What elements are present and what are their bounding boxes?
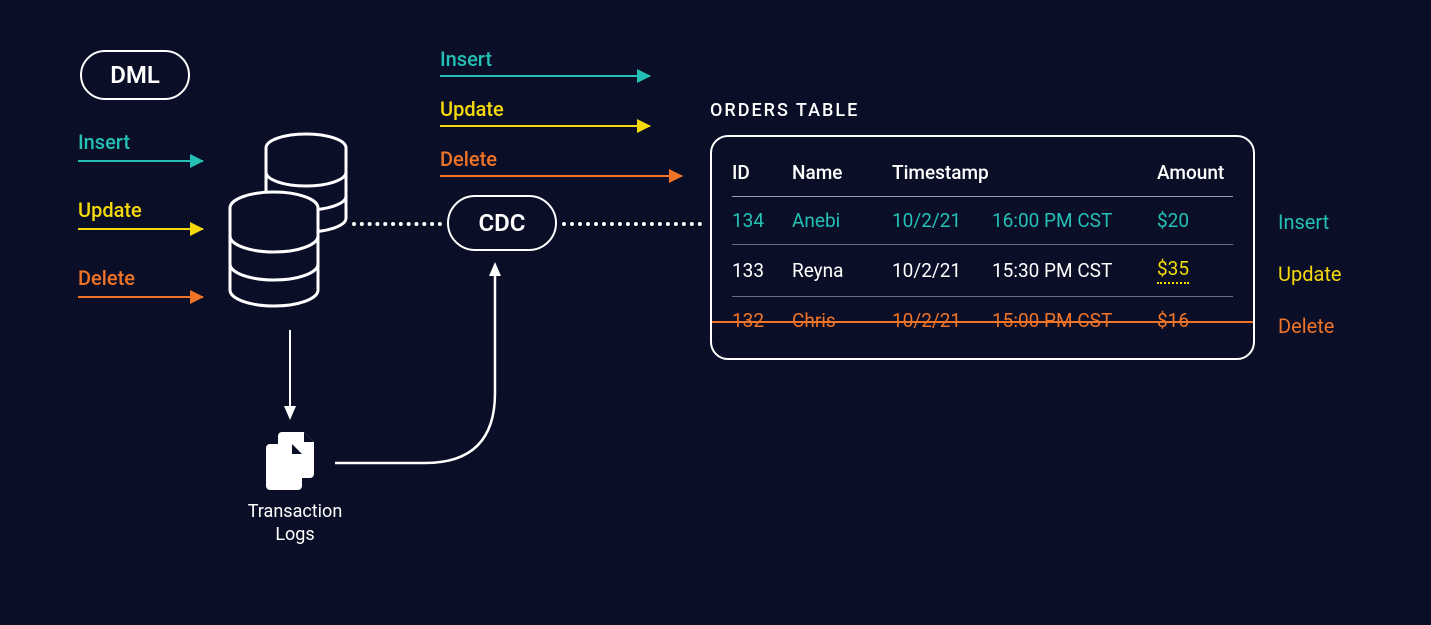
delete-label: Delete xyxy=(440,147,497,171)
cdc-update-arrow: Update xyxy=(440,97,650,127)
arrow-icon xyxy=(440,125,650,127)
arrow-icon xyxy=(440,75,650,77)
arrow-icon xyxy=(78,160,203,162)
cell-name: Reyna xyxy=(792,259,892,282)
cdc-pill: CDC xyxy=(447,195,557,251)
col-amount: Amount xyxy=(1157,161,1237,184)
dml-update-arrow: Update xyxy=(78,198,203,230)
arrow-db-to-logs-icon xyxy=(283,330,297,420)
row-tag-delete: Delete xyxy=(1278,314,1334,338)
row-tag-update: Update xyxy=(1278,262,1342,286)
transaction-logs-icon xyxy=(260,430,320,490)
strikethrough-line xyxy=(712,321,1253,323)
cell-time: 16:00 PM CST xyxy=(992,209,1157,232)
update-label: Update xyxy=(440,97,504,121)
update-label: Update xyxy=(78,198,142,222)
arrow-logs-to-cdc-icon xyxy=(330,258,530,478)
delete-label: Delete xyxy=(78,266,135,290)
insert-label: Insert xyxy=(440,47,492,71)
table-row-update: 133 Reyna 10/2/21 15:30 PM CST $35 xyxy=(732,245,1233,297)
cell-date: 10/2/21 xyxy=(892,209,992,232)
orders-header-row: ID Name Timestamp Amount xyxy=(732,149,1233,197)
orders-table: ID Name Timestamp Amount 134 Anebi 10/2/… xyxy=(710,135,1255,360)
dml-delete-arrow: Delete xyxy=(78,266,203,298)
table-row-insert: 134 Anebi 10/2/21 16:00 PM CST $20 xyxy=(732,197,1233,245)
orders-table-title: ORDERS TABLE xyxy=(710,100,859,121)
tlogs-line1: Transaction xyxy=(248,501,343,522)
dml-label: DML xyxy=(110,61,160,89)
table-row-delete: 132 Chris 10/2/21 15:00 PM CST $16 xyxy=(732,297,1233,344)
cell-time: 15:30 PM CST xyxy=(992,259,1157,282)
cell-name: Anebi xyxy=(792,209,892,232)
col-id: ID xyxy=(732,161,792,184)
transaction-logs-label: Transaction Logs xyxy=(230,500,360,547)
dotted-db-cdc xyxy=(352,222,442,226)
arrow-icon xyxy=(78,296,203,298)
arrow-icon xyxy=(78,228,203,230)
cell-id: 133 xyxy=(732,259,792,282)
cell-amount: $20 xyxy=(1157,209,1237,232)
cell-amount-updated: $35 xyxy=(1157,257,1189,284)
cdc-label: CDC xyxy=(478,209,525,237)
cell-id: 134 xyxy=(732,209,792,232)
row-tag-insert: Insert xyxy=(1278,210,1329,234)
dml-pill: DML xyxy=(80,50,190,100)
dml-insert-arrow: Insert xyxy=(78,130,203,162)
insert-label: Insert xyxy=(78,130,130,154)
cell-date: 10/2/21 xyxy=(892,259,992,282)
arrow-icon xyxy=(440,175,682,177)
col-timestamp: Timestamp xyxy=(892,161,1157,184)
dotted-cdc-table xyxy=(562,222,702,226)
col-name: Name xyxy=(792,161,892,184)
cdc-delete-arrow: Delete xyxy=(440,147,682,177)
cdc-insert-arrow: Insert xyxy=(440,47,650,77)
tlogs-line2: Logs xyxy=(275,524,314,545)
